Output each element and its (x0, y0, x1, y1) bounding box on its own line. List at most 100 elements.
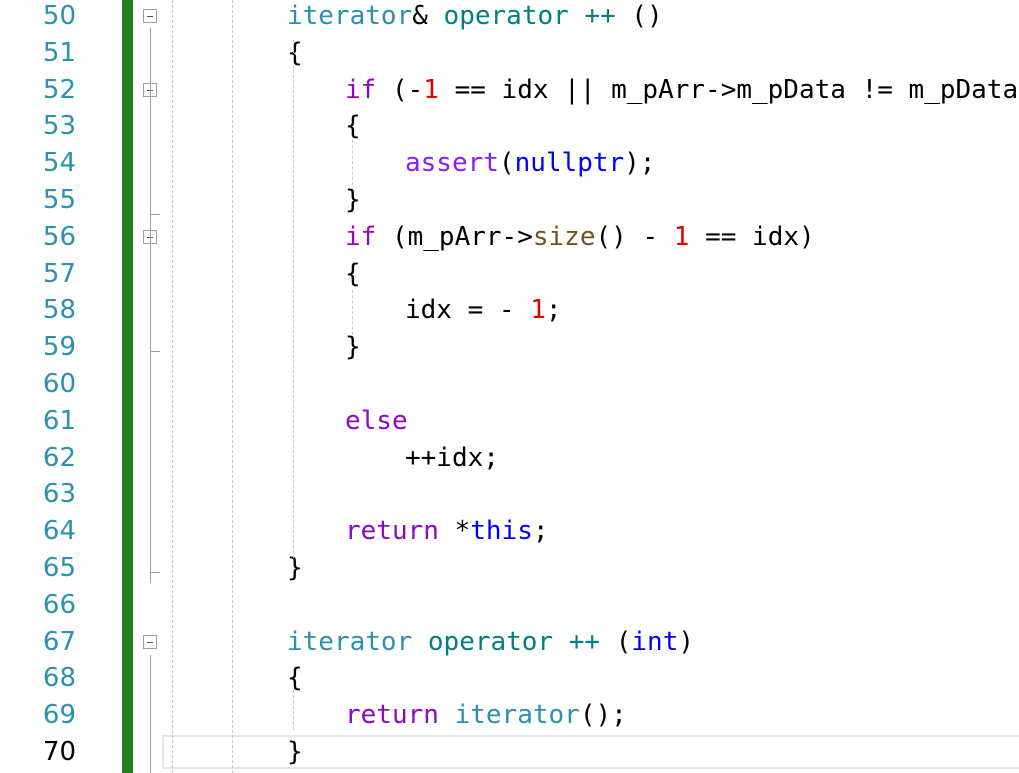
line-number: 52 (42, 74, 76, 105)
code-token: ( (498, 148, 515, 179)
code-text[interactable]: { (287, 35, 303, 72)
code-token: return (345, 516, 439, 547)
code-text[interactable]: iterator& operator ++ () (287, 0, 663, 35)
code-token: if (345, 221, 377, 252)
code-line[interactable]: 53 { (0, 108, 1019, 145)
code-token: (- (376, 74, 424, 105)
code-token: else (345, 405, 408, 436)
indent-guide (293, 690, 294, 730)
outline-end-tick (150, 572, 160, 573)
code-token: ; (545, 295, 562, 326)
code-token: nullptr (514, 148, 625, 179)
code-text[interactable]: { (345, 256, 361, 293)
code-line[interactable]: 70} (0, 734, 1019, 771)
code-text[interactable]: idx = - 1; (405, 292, 562, 329)
line-number: 55 (42, 185, 76, 215)
code-text[interactable]: } (287, 734, 303, 771)
code-token: ; (532, 516, 549, 547)
code-token: assert (405, 148, 499, 179)
code-line[interactable]: 63 (0, 476, 1019, 513)
code-token: ); (624, 148, 656, 179)
line-number: 65 (42, 553, 76, 583)
code-token: ++idx; (405, 442, 499, 473)
code-token: () - (595, 221, 674, 252)
line-number: 53 (42, 111, 76, 142)
code-line[interactable]: 62 ++idx; (0, 440, 1019, 477)
line-number: 57 (42, 258, 76, 289)
code-line[interactable]: 66 (0, 587, 1019, 624)
code-token: return (345, 700, 439, 731)
code-line[interactable]: 58 idx = - 1; (0, 292, 1019, 329)
code-token: (m_pArr-> (376, 221, 533, 252)
code-line[interactable]: 68 { (0, 660, 1019, 697)
line-number: 67 (42, 626, 76, 657)
indent-guide (293, 40, 294, 558)
code-text[interactable]: if (-1 == idx || m_pArr->m_pData != m_pD… (345, 72, 1019, 109)
code-text[interactable]: ++idx; (405, 440, 499, 477)
line-number: 58 (42, 295, 76, 326)
outline-end-tick (150, 351, 160, 353)
code-text[interactable]: return iterator(); (345, 697, 627, 734)
code-line[interactable]: 51 { (0, 35, 1019, 72)
code-text[interactable]: else (345, 403, 408, 440)
code-token: } (287, 553, 303, 583)
code-text[interactable]: iterator operator ++ (int) (287, 624, 694, 661)
code-token: iterator (287, 626, 413, 657)
code-token: 1 (530, 295, 546, 326)
code-token: ) (678, 626, 695, 657)
code-token: } (345, 332, 361, 363)
outline-line (150, 28, 151, 583)
line-number: 70 (42, 737, 76, 767)
code-text[interactable]: { (287, 660, 303, 697)
collapse-toggle-icon[interactable] (143, 634, 157, 649)
line-number: 64 (42, 516, 76, 547)
code-token: int (631, 626, 679, 657)
code-token: this (470, 516, 533, 547)
code-token: * (438, 516, 471, 547)
code-line[interactable]: 57 { (0, 256, 1019, 293)
line-number: 61 (42, 405, 76, 436)
code-line[interactable]: 65} (0, 550, 1019, 587)
code-token: } (287, 737, 303, 767)
code-token: operator ++ (412, 626, 616, 657)
code-token: { (345, 258, 361, 289)
code-token: { (345, 111, 361, 142)
code-line[interactable]: 64 return *this; (0, 513, 1019, 550)
line-number: 66 (42, 589, 76, 620)
indent-guide (352, 290, 353, 335)
line-number: 60 (42, 369, 76, 399)
code-text[interactable]: if (m_pArr->size() - 1 == idx) (345, 219, 815, 256)
code-text[interactable]: return *this; (345, 513, 549, 550)
code-token: (); (579, 700, 627, 731)
line-number: 56 (42, 221, 76, 252)
code-token: iterator (454, 700, 580, 731)
indent-guide (172, 0, 173, 773)
code-text[interactable]: assert(nullptr); (405, 145, 655, 182)
line-number: 59 (42, 332, 76, 363)
code-text[interactable]: } (345, 182, 361, 219)
code-line[interactable]: 54 assert(nullptr); (0, 145, 1019, 182)
collapse-toggle-icon[interactable] (143, 9, 157, 23)
code-line[interactable]: 61 else (0, 403, 1019, 440)
line-number: 69 (42, 700, 76, 731)
code-token: } (345, 185, 361, 215)
code-token: { (287, 663, 303, 694)
code-token: idx = - (405, 295, 531, 326)
outline-line (150, 655, 151, 773)
code-text[interactable]: } (287, 550, 303, 587)
code-token: size (532, 221, 596, 252)
line-number: 51 (42, 37, 76, 68)
line-number: 63 (42, 479, 76, 510)
code-token: & (412, 1, 444, 31)
outline-end-tick (150, 214, 160, 215)
code-token: () (631, 1, 663, 31)
indent-guide (352, 140, 353, 185)
line-number: 68 (42, 663, 76, 694)
code-token: operator ++ (443, 1, 632, 31)
code-line[interactable]: 59} (0, 329, 1019, 366)
code-editor[interactable]: 50 iterator& operator ++ () 51{52 if (-1 ==… (0, 0, 1019, 773)
indent-guide (232, 0, 233, 773)
code-line[interactable]: 60 (0, 366, 1019, 403)
code-line[interactable]: 69 return iterator(); (0, 697, 1019, 734)
